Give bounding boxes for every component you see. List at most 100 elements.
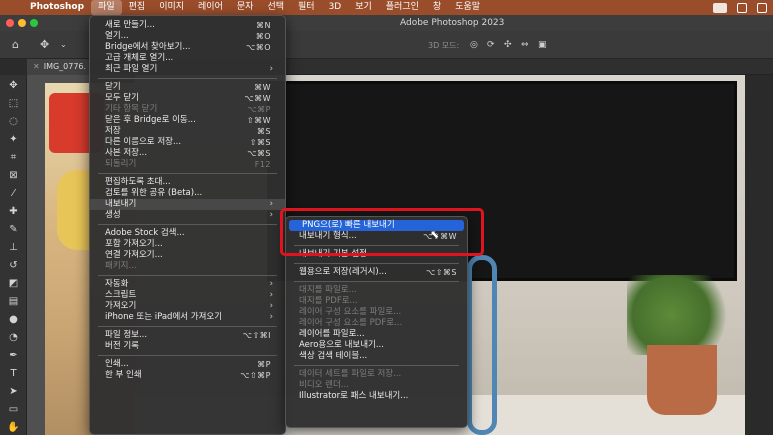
file_menu-item-26[interactable]: 스크립트 › [90,290,285,301]
window-title: Adobe Photoshop 2023 [400,18,505,28]
menu-item-label: 스크립트 [105,290,137,300]
file_menu-item-10[interactable]: 저장 ⌘S [90,126,285,137]
screen-record-icon[interactable] [737,2,747,13]
menubar-item-window[interactable]: 창 [426,0,448,15]
window-minimize-button[interactable] [18,19,26,27]
3d-orbit-icon[interactable]: ◎ [470,40,478,50]
lasso-tool-icon[interactable]: ◌ [5,115,22,129]
menubar-item-image[interactable]: 이미지 [152,0,191,15]
file_menu-item-27[interactable]: 가져오기 › [90,301,285,312]
shape-tool-icon[interactable]: ▭ [5,403,22,417]
pen-tool-icon[interactable]: ✒ [5,349,22,363]
file_menu-item-3[interactable]: 고급 개체로 열기... [90,53,285,64]
export_submenu-item-13[interactable]: 색상 검색 테이블... [286,351,467,362]
export_submenu-item-5[interactable]: 웹용으로 저장(레거시)... ⌥⇧⌘S [286,267,467,278]
menubar-item-help[interactable]: 도움말 [448,0,487,15]
stamp-tool-icon[interactable]: ⊥ [5,241,22,255]
file_menu-item-23: 패키지... [90,261,285,272]
menubar-item-filter[interactable]: 필터 [291,0,322,15]
file_menu-item-7[interactable]: 모두 닫기 ⌥⌘W [90,93,285,104]
export_submenu-item-12[interactable]: Aero용으로 내보내기... [286,340,467,351]
marquee-tool-icon[interactable]: ⬚ [5,97,22,111]
export_submenu-item-1[interactable]: 내보내기 형식... ⌥⇧⌘W [286,231,467,242]
mouse-pointer-icon: ⬉ [430,228,440,241]
chevron-down-icon[interactable]: ⌄ [60,40,67,49]
eyedropper-tool-icon[interactable]: ⁄ [5,187,22,201]
brush-tool-icon[interactable]: ✎ [5,223,22,237]
history-brush-tool-icon[interactable]: ↺ [5,259,22,273]
file_menu-item-6[interactable]: 닫기 ⌘W [90,82,285,93]
window-zoom-button[interactable] [30,19,38,27]
file_menu-item-34[interactable]: 한 부 인쇄 ⌥⇧⌘P [90,370,285,381]
menubar-item-3d[interactable]: 3D [322,0,349,15]
menubar-item-layer[interactable]: 레이어 [191,0,230,15]
status-icon[interactable] [757,2,767,13]
menu-separator [98,224,277,225]
file_menu-item-31[interactable]: 버전 기록 [90,341,285,352]
file_menu-item-8: 기타 항목 닫기 ⌥⌘P [90,104,285,115]
file_menu-item-22[interactable]: 연결 가져오기... [90,250,285,261]
creative-cloud-icon[interactable] [713,2,727,13]
3d-scale-icon[interactable]: ▣ [538,40,547,50]
quick-select-tool-icon[interactable]: ✦ [5,133,22,147]
file_menu-item-11[interactable]: 다른 이름으로 저장... ⇧⌘S [90,137,285,148]
menubar-item-edit[interactable]: 편집 [122,0,153,15]
menu-separator [98,326,277,327]
menu-item-shortcut: ⌥⇧⌘I [242,331,271,340]
export_submenu-item-8: 대지를 PDF로... [286,296,467,307]
menu-separator [294,245,459,246]
file_menu-item-21[interactable]: 포함 가져오기... [90,239,285,250]
home-icon[interactable]: ⌂ [12,38,19,51]
file_menu-item-30[interactable]: 파일 정보... ⌥⇧⌘I [90,330,285,341]
window-close-button[interactable] [6,19,14,27]
file_menu-item-9[interactable]: 닫은 후 Bridge로 이동... ⇧⌘W [90,115,285,126]
healing-brush-tool-icon[interactable]: ✚ [5,205,22,219]
export_submenu-item-11[interactable]: 레이어를 파일로... [286,329,467,340]
file_menu-item-28[interactable]: iPhone 또는 iPad에서 가져오기 › [90,312,285,323]
menu-item-shortcut: ⌘P [257,360,271,369]
export_submenu-item-7: 대지를 파일로... [286,285,467,296]
file_menu-item-18[interactable]: 생성 › [90,210,285,221]
move-tool-icon[interactable]: ✥ [5,79,22,93]
document-tab[interactable]: ✕ IMG_0776. [27,59,89,75]
file_menu-item-33[interactable]: 인쇄... ⌘P [90,359,285,370]
export_submenu-item-17[interactable]: Illustrator로 패스 내보내기... [286,391,467,402]
file_menu-item-2[interactable]: Bridge에서 찾아보기... ⌥⌘O [90,42,285,53]
eraser-tool-icon[interactable]: ◩ [5,277,22,291]
file_menu-item-0[interactable]: 새로 만들기... ⌘N [90,20,285,31]
type-tool-icon[interactable]: T [5,367,22,381]
path-select-tool-icon[interactable]: ➤ [5,385,22,399]
menu-item-shortcut: ⌥⌘P [247,105,271,114]
hand-tool-icon[interactable]: ✋ [5,421,22,435]
file_menu-item-12[interactable]: 사본 저장... ⌥⌘S [90,148,285,159]
export_submenu-item-3[interactable]: 내보내기 기본 설정... [286,249,467,260]
3d-slide-icon[interactable]: ⇔ [521,40,529,50]
menu-separator [98,275,277,276]
file_menu-item-16[interactable]: 검토를 위한 공유 (Beta)... [90,188,285,199]
blur-tool-icon[interactable]: ● [5,313,22,327]
file_menu-item-20[interactable]: Adobe Stock 검색... [90,228,285,239]
menu-item-label: 데이터 세트를 파일로 저장... [299,369,402,379]
menubar-item-select[interactable]: 선택 [260,0,291,15]
file_menu-item-15[interactable]: 편집하도록 초대... [90,177,285,188]
menubar-item-view[interactable]: 보기 [348,0,379,15]
frame-tool-icon[interactable]: ⊠ [5,169,22,183]
file_menu-item-25[interactable]: 자동화 › [90,279,285,290]
menubar-item-type[interactable]: 문자 [230,0,261,15]
3d-pan-icon[interactable]: ✣ [504,40,512,50]
3d-roll-icon[interactable]: ⟳ [487,40,495,50]
menu-item-label: 고급 개체로 열기... [105,53,174,63]
crop-tool-icon[interactable]: ⌗ [5,151,22,165]
submenu-chevron-icon: › [269,210,273,220]
menu-item-label: Illustrator로 패스 내보내기... [299,391,409,401]
file_menu-item-1[interactable]: 열기... ⌘O [90,31,285,42]
menubar-item-plugins[interactable]: 플러그인 [379,0,426,15]
menubar-app-name[interactable]: Photoshop [26,0,91,15]
gradient-tool-icon[interactable]: ▤ [5,295,22,309]
file_menu-item-17[interactable]: 내보내기 › [90,199,285,210]
menubar-item-file[interactable]: 파일 [91,0,122,15]
close-tab-icon[interactable]: ✕ [33,62,40,71]
move-tool-icon[interactable]: ✥ [40,38,49,51]
dodge-tool-icon[interactable]: ◔ [5,331,22,345]
file_menu-item-4[interactable]: 최근 파일 열기 › [90,64,285,75]
